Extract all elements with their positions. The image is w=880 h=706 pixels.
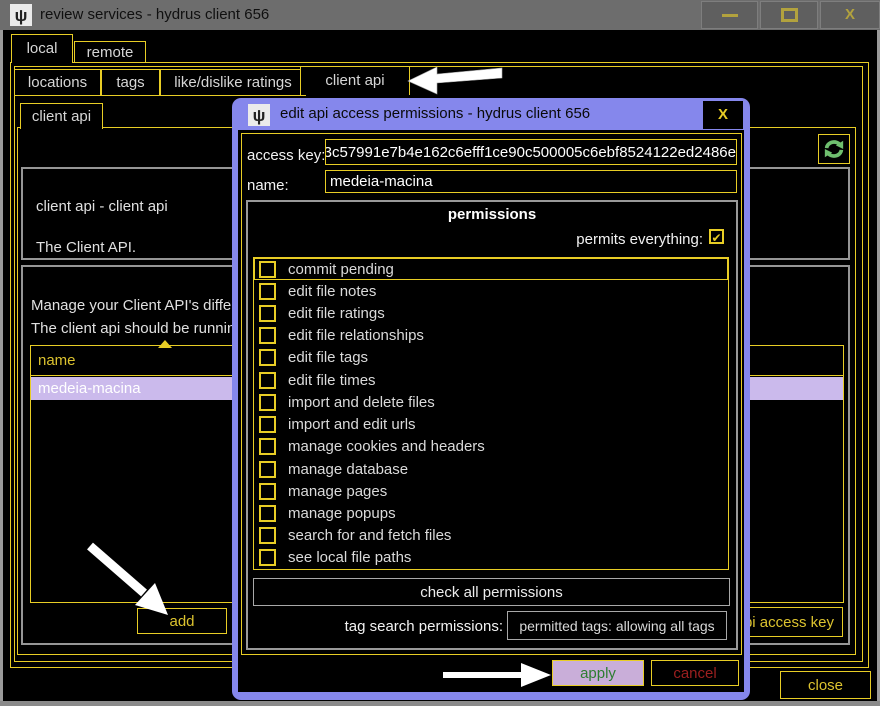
- permission-checkbox[interactable]: [259, 327, 276, 344]
- permission-label: manage cookies and headers: [288, 438, 485, 455]
- permission-label: commit pending: [288, 261, 394, 278]
- permission-row[interactable]: manage database: [254, 458, 728, 480]
- sort-ascending-icon[interactable]: [158, 340, 172, 348]
- permits-everything-label: permits everything:: [450, 231, 703, 248]
- hydrus-app-icon: ψ: [10, 4, 32, 26]
- tag-search-permissions-dropdown[interactable]: permitted tags: allowing all tags: [507, 611, 727, 640]
- manage-text-line2: The client api should be runnin: [31, 320, 235, 337]
- tab-locations[interactable]: locations: [14, 69, 101, 96]
- maximize-button[interactable]: [760, 1, 818, 29]
- add-button[interactable]: add: [137, 608, 227, 634]
- permission-label: manage popups: [288, 505, 396, 522]
- name-label: name:: [247, 177, 289, 194]
- permission-row[interactable]: import and edit urls: [254, 414, 728, 436]
- access-key-label: access key:: [247, 147, 325, 164]
- permission-label: manage pages: [288, 483, 387, 500]
- permission-label: edit file ratings: [288, 305, 385, 322]
- permission-checkbox[interactable]: [259, 549, 276, 566]
- permission-label: edit file times: [288, 372, 376, 389]
- permission-checkbox[interactable]: [259, 372, 276, 389]
- permission-checkbox[interactable]: [259, 483, 276, 500]
- permission-row[interactable]: edit file notes: [254, 280, 728, 302]
- permission-row[interactable]: manage popups: [254, 502, 728, 524]
- permission-checkbox[interactable]: [259, 416, 276, 433]
- window-title: review services - hydrus client 656: [40, 0, 269, 30]
- subtab-client-api[interactable]: client api: [20, 103, 103, 129]
- cancel-button[interactable]: cancel: [651, 660, 739, 686]
- permission-label: search for and fetch files: [288, 527, 451, 544]
- permission-checkbox[interactable]: [259, 283, 276, 300]
- apply-button[interactable]: apply: [552, 660, 644, 686]
- permission-row[interactable]: edit file relationships: [254, 325, 728, 347]
- tab-remote[interactable]: remote: [74, 41, 146, 63]
- minimize-button[interactable]: [701, 1, 758, 29]
- permissions-title: permissions: [246, 206, 738, 223]
- tag-search-permissions-label: tag search permissions:: [290, 618, 503, 635]
- dialog-title: edit api access permissions - hydrus cli…: [280, 98, 590, 130]
- permission-checkbox[interactable]: [259, 349, 276, 366]
- permission-row[interactable]: search for and fetch files: [254, 525, 728, 547]
- permission-row[interactable]: see local file paths: [254, 547, 728, 569]
- permission-label: import and delete files: [288, 394, 435, 411]
- dialog-app-icon: ψ: [248, 104, 270, 126]
- permission-checkbox[interactable]: [259, 505, 276, 522]
- window-frame-bottom: [0, 701, 880, 706]
- dialog-close-button[interactable]: X: [703, 101, 743, 129]
- name-input[interactable]: medeia-macina: [325, 170, 737, 193]
- permission-checkbox[interactable]: [259, 394, 276, 411]
- permission-row[interactable]: commit pending: [254, 258, 728, 280]
- permission-label: edit file notes: [288, 283, 376, 300]
- permission-label: see local file paths: [288, 549, 411, 566]
- window-close-button[interactable]: X: [820, 1, 880, 29]
- permission-row[interactable]: manage pages: [254, 480, 728, 502]
- minimize-icon: [722, 14, 738, 17]
- permission-label: edit file tags: [288, 349, 368, 366]
- permission-checkbox[interactable]: [259, 461, 276, 478]
- permission-checkbox[interactable]: [259, 305, 276, 322]
- permission-label: edit file relationships: [288, 327, 424, 344]
- refresh-icon: [823, 138, 845, 160]
- main-titlebar: ψ review services - hydrus client 656 X: [0, 0, 880, 30]
- service-description-text: The Client API.: [36, 239, 136, 256]
- permission-row[interactable]: edit file times: [254, 369, 728, 391]
- close-button[interactable]: close: [780, 671, 871, 699]
- permission-row[interactable]: manage cookies and headers: [254, 436, 728, 458]
- tab-like-dislike-ratings[interactable]: like/dislike ratings: [160, 69, 306, 96]
- check-all-permissions-button[interactable]: check all permissions: [253, 578, 730, 606]
- permission-checkbox[interactable]: [259, 438, 276, 455]
- access-key-input[interactable]: a3c57991e7b4e162c6efff1ce90c500005c6ebf8…: [325, 139, 737, 165]
- permission-label: import and edit urls: [288, 416, 416, 433]
- permission-row[interactable]: import and delete files: [254, 391, 728, 413]
- tab-local[interactable]: local: [11, 34, 73, 63]
- permission-label: manage database: [288, 461, 408, 478]
- maximize-icon: [781, 8, 798, 22]
- permission-row[interactable]: edit file tags: [254, 347, 728, 369]
- window-frame-left: [0, 30, 3, 706]
- close-icon: X: [845, 1, 855, 29]
- review-services-window: ψ review services - hydrus client 656 X …: [0, 0, 880, 706]
- manage-text-line1: Manage your Client API's differ: [31, 297, 236, 314]
- permission-checkbox[interactable]: [259, 527, 276, 544]
- refresh-button[interactable]: [818, 134, 850, 164]
- tab-client-api[interactable]: client api: [300, 66, 410, 95]
- permits-everything-checkbox[interactable]: ✔: [709, 229, 724, 244]
- tab-tags[interactable]: tags: [101, 69, 160, 96]
- service-title-text: client api - client api: [36, 198, 168, 215]
- permissions-list: commit pending edit file notes edit file r…: [253, 257, 729, 570]
- permission-row[interactable]: edit file ratings: [254, 302, 728, 324]
- permission-checkbox[interactable]: [259, 261, 276, 278]
